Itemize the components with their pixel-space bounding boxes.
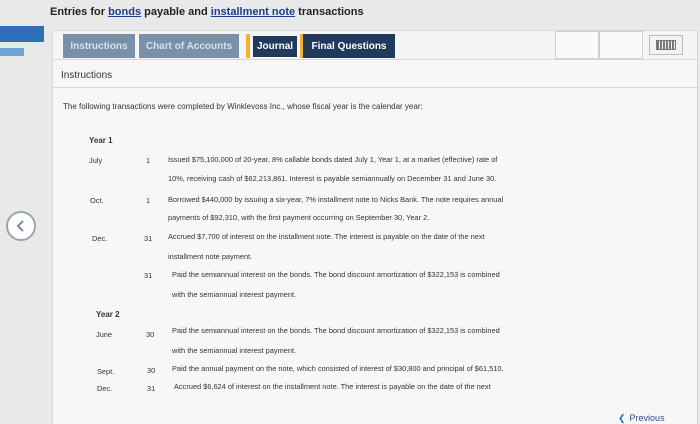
entry-month: Sept. xyxy=(97,367,115,376)
intro-text: The following transactions were complete… xyxy=(63,102,423,111)
status-box xyxy=(599,31,643,59)
previous-button[interactable]: Previous xyxy=(618,413,665,424)
entry-day: 1 xyxy=(146,156,151,165)
entry-text: with the semiannual interest payment. xyxy=(172,290,297,299)
entry-text: with the semiannual interest payment. xyxy=(172,346,297,355)
brand-strip xyxy=(0,26,44,42)
entry-text: Accrued $6,624 of interest on the instal… xyxy=(174,382,491,391)
calculator-icon[interactable] xyxy=(649,35,683,55)
entry-day: 30 xyxy=(147,366,156,375)
entry-day: 30 xyxy=(146,330,155,339)
entry-month: Dec. xyxy=(97,384,113,393)
entry-month: Oct. xyxy=(90,196,104,205)
entry-text: payments of $92,310, with the first paym… xyxy=(168,213,430,222)
entry-text: Paid the annual payment on the note, whi… xyxy=(172,364,504,373)
section-header: Instructions xyxy=(53,62,697,88)
entry-month: Dec. xyxy=(92,234,108,243)
entry-text: Paid the semiannual interest on the bond… xyxy=(172,326,500,335)
page-title: Entries for bonds payable and installmen… xyxy=(50,6,364,18)
entry-day: 31 xyxy=(147,384,156,393)
brand-strip-secondary xyxy=(0,48,24,56)
entry-day: 31 xyxy=(144,234,153,243)
entry-text: Accrued $7,700 of interest on the instal… xyxy=(168,232,485,241)
entry-text: installment note payment. xyxy=(168,252,253,261)
section-label: Instructions xyxy=(61,70,113,81)
tab-final-questions[interactable]: Final Questions xyxy=(300,34,395,58)
entry-month: July xyxy=(89,156,103,165)
tab-chart-of-accounts[interactable]: Chart of Accounts xyxy=(139,34,239,58)
chevron-left-icon xyxy=(16,220,24,232)
back-button[interactable] xyxy=(6,211,36,241)
entry-text: 10%, receiving cash of $62,213,861. Inte… xyxy=(168,174,497,183)
entry-day: 31 xyxy=(144,271,153,280)
entry-text: Issued $75,100,000 of 20-year, 8% callab… xyxy=(168,155,498,164)
status-box xyxy=(555,31,599,59)
entry-day: 1 xyxy=(146,196,151,205)
year-label: Year 2 xyxy=(96,310,120,319)
tab-instructions[interactable]: Instructions xyxy=(63,34,135,58)
entry-text: Borrowed $440,000 by issuing a six-year,… xyxy=(168,195,504,204)
year-label: Year 1 xyxy=(89,136,113,145)
entry-month: June xyxy=(96,330,113,339)
bonds-link[interactable]: bonds xyxy=(108,6,141,18)
entry-text: Paid the semiannual interest on the bond… xyxy=(172,270,500,279)
tab-journal[interactable]: Journal xyxy=(246,34,300,58)
tab-bar: Instructions Chart of Accounts Journal F… xyxy=(52,30,698,60)
installment-note-link[interactable]: installment note xyxy=(211,6,295,18)
